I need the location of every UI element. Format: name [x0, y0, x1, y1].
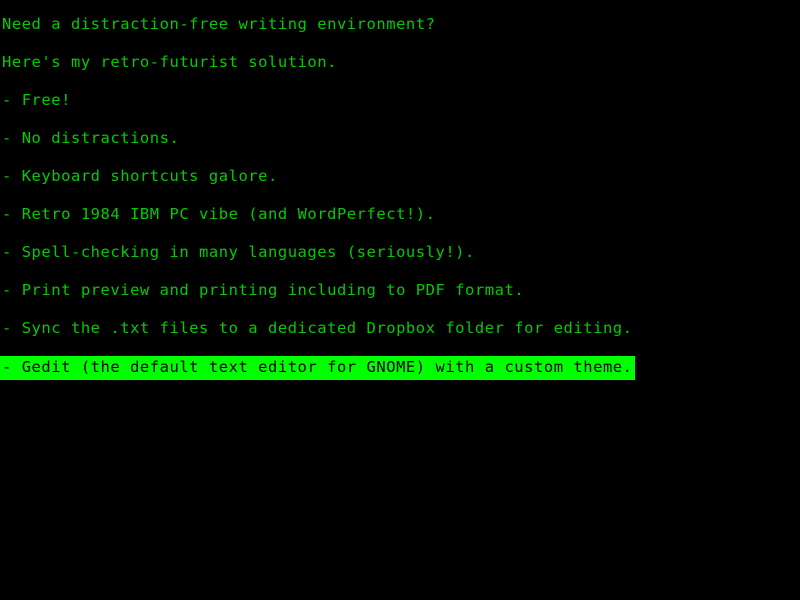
- document-line[interactable]: - Retro 1984 IBM PC vibe (and WordPerfec…: [0, 204, 800, 242]
- document-line-text: - Retro 1984 IBM PC vibe (and WordPerfec…: [2, 205, 436, 223]
- document-line-text: Here's my retro-futurist solution.: [2, 53, 337, 71]
- document-line-text: Need a distraction-free writing environm…: [2, 15, 436, 33]
- document-line-text: - Sync the .txt files to a dedicated Dro…: [2, 319, 633, 337]
- document-line-text: - Free!: [2, 91, 71, 109]
- document-line[interactable]: - Free!: [0, 90, 800, 128]
- document-line[interactable]: - Sync the .txt files to a dedicated Dro…: [0, 318, 800, 356]
- document-line-text: - Spell-checking in many languages (seri…: [2, 243, 475, 261]
- document-line[interactable]: - No distractions.: [0, 128, 800, 166]
- document-line[interactable]: Here's my retro-futurist solution.: [0, 52, 800, 90]
- document-line[interactable]: - Print preview and printing including t…: [0, 280, 800, 318]
- document-line-text: - Print preview and printing including t…: [2, 281, 525, 299]
- text-editor-canvas[interactable]: Need a distraction-free writing environm…: [0, 0, 800, 600]
- document-line-selected[interactable]: - Gedit (the default text editor for GNO…: [0, 356, 800, 394]
- document-text-area[interactable]: Need a distraction-free writing environm…: [0, 14, 800, 394]
- document-line[interactable]: Need a distraction-free writing environm…: [0, 14, 800, 52]
- document-line[interactable]: - Keyboard shortcuts galore.: [0, 166, 800, 204]
- document-line-text: - Gedit (the default text editor for GNO…: [0, 356, 635, 380]
- document-line-text: - No distractions.: [2, 129, 180, 147]
- document-line[interactable]: - Spell-checking in many languages (seri…: [0, 242, 800, 280]
- document-line-text: - Keyboard shortcuts galore.: [2, 167, 278, 185]
